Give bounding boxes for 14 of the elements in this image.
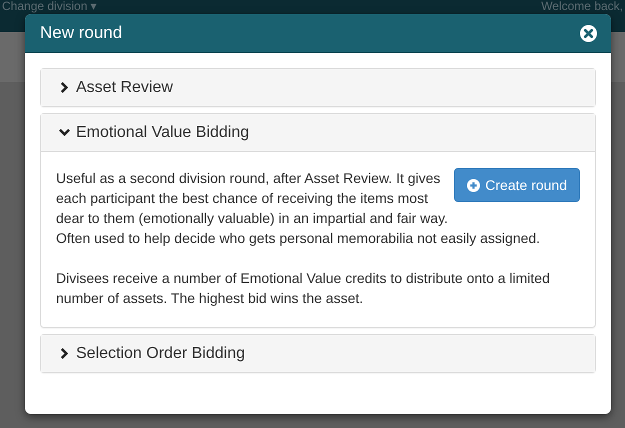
create-round-button[interactable]: Create round: [454, 168, 580, 202]
modal-title: New round: [40, 23, 122, 43]
chevron-right-icon: [59, 348, 70, 359]
welcome-text: Welcome back,: [541, 0, 624, 13]
description-paragraph: Divisees receive a number of Emotional Value credits to distribute onto a limited number of assets. The highest bid wins the asset.: [56, 269, 551, 308]
chevron-down-icon: [59, 127, 70, 138]
accordion-header[interactable]: Asset Review: [41, 69, 595, 106]
description-paragraph: Often used to help decide who gets personal memorabilia not easily assigned.: [56, 229, 542, 248]
accordion-header[interactable]: Emotional Value Bidding: [41, 114, 595, 152]
close-icon[interactable]: [580, 24, 597, 42]
chevron-right-icon: [59, 82, 70, 93]
accordion-header[interactable]: Selection Order Bidding: [41, 335, 595, 372]
plus-circle-icon: [467, 178, 480, 192]
description-paragraph: Useful as a second division round, after Asset Review. It gives each participant the best chance of receiving the items most dear to them (emotionally valuable) in an impartial and fair way.: [56, 169, 449, 228]
